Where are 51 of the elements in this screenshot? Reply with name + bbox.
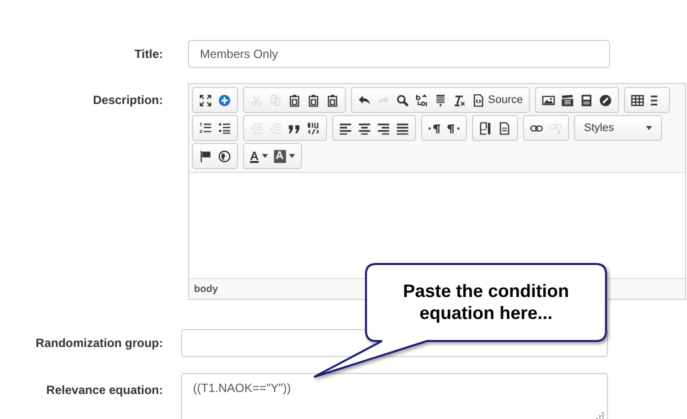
indent-icon [269,122,282,134]
background-color-button[interactable]: A [270,147,298,165]
document-icon [498,122,511,134]
document-lines-icon [434,94,447,106]
table-icon [630,94,644,106]
video-icon [580,94,593,106]
compass-icon [598,94,612,106]
replace-icon [415,94,428,106]
caret-icon [288,154,295,158]
plus-icon [218,94,231,106]
image-icon [542,94,555,106]
align-center-icon [358,122,371,134]
styles-dropdown[interactable]: Styles [578,119,658,137]
clipboard-icon [326,94,339,106]
expand-icon [199,94,212,106]
clear-format-icon [453,94,466,106]
flag-icon [199,150,212,162]
caret-icon [262,154,268,158]
pilcrow-icon [447,122,460,134]
text-field[interactable]: Members Only [188,40,610,68]
field-label: Title: [134,47,163,61]
callout-text: Paste the condition equation here... [402,280,570,324]
element-path[interactable]: body [194,284,218,295]
resize-grip-icon[interactable] [596,412,604,419]
code-file-icon [472,94,485,106]
align-right-icon [377,122,390,134]
copy-icon [269,94,282,106]
globe-icon [218,150,231,162]
outdent-icon [250,122,263,134]
unlink-icon [549,122,562,134]
pilcrow-icon [428,122,441,134]
equation-field[interactable]: ((T1.NAOK=="Y")) [181,373,608,419]
align-left-icon [339,122,352,134]
film-icon [560,94,574,106]
field-label: Description: [92,92,163,109]
bullet-list-icon [218,122,231,134]
div-icon [307,122,320,134]
align-justify-icon [396,122,409,134]
scissors-icon [250,94,263,106]
source-button[interactable]: Source [469,91,526,109]
search-icon [396,94,409,106]
caret-icon [646,126,652,130]
numbered-list-icon [199,122,212,134]
field-label: Randomization group: [34,336,163,350]
clipboard-icon [307,94,320,106]
clipboard-icon [288,94,301,106]
field-label: Relevance equation: [45,382,163,399]
text-color-button[interactable]: A [247,147,271,165]
redo-icon [377,94,390,106]
undo-icon [358,94,371,106]
page-break-icon [479,122,492,134]
